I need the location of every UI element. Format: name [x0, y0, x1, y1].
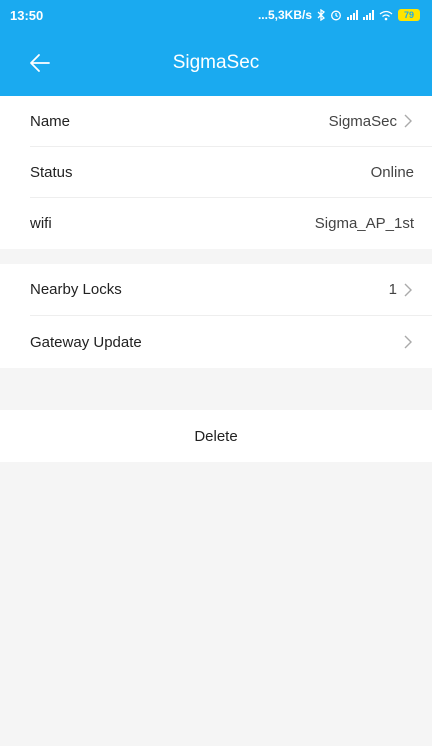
row-value: SigmaSec: [329, 113, 414, 130]
device-info-list: Name SigmaSec Status Online wifi Sigma_A…: [0, 96, 432, 249]
chevron-right-icon: [404, 114, 412, 128]
wifi-value: Sigma_AP_1st: [314, 215, 414, 232]
page-title: SigmaSec: [172, 52, 260, 73]
row-nearby-locks[interactable]: Nearby Locks 1: [30, 264, 432, 316]
actions-list: Nearby Locks 1 Gateway Update: [0, 264, 432, 368]
row-status: Status Online: [30, 147, 432, 198]
chevron-right-icon: [404, 335, 412, 349]
signal-1-icon: [347, 10, 358, 20]
nearby-locks-count: 1: [388, 281, 397, 298]
name-value: SigmaSec: [328, 112, 397, 130]
net-speed: ...5,3KB/s: [257, 8, 312, 22]
battery-icon: 79: [398, 9, 420, 21]
delete-button[interactable]: Delete: [0, 410, 432, 462]
status-time: 13:50: [10, 7, 44, 23]
arrow-left-icon[interactable]: [28, 51, 52, 75]
row-value: [397, 335, 414, 349]
row-label: Status: [30, 163, 73, 181]
status-bar: 13:50 ...5,3KB/s 79: [0, 0, 432, 30]
wifi-icon: [379, 10, 393, 20]
row-label: Gateway Update: [30, 333, 142, 351]
row-label: wifi: [30, 215, 52, 232]
nav-bar: SigmaSec: [0, 30, 432, 96]
signal-2-icon: [363, 10, 374, 20]
chevron-right-icon: [404, 283, 412, 296]
row-label: Nearby Locks: [30, 281, 122, 298]
row-gateway-update[interactable]: Gateway Update: [30, 316, 432, 368]
status-icons: ...5,3KB/s 79: [258, 8, 420, 22]
row-wifi: wifi Sigma_AP_1st: [30, 198, 432, 249]
status-value: Online: [370, 163, 414, 181]
row-value: 1: [389, 281, 414, 298]
bluetooth-icon: [317, 9, 325, 21]
row-name[interactable]: Name SigmaSec: [30, 96, 432, 147]
app-header: 13:50 ...5,3KB/s 79 SigmaSec: [0, 0, 432, 96]
row-label: Name: [30, 112, 71, 130]
alarm-icon: [331, 10, 341, 21]
